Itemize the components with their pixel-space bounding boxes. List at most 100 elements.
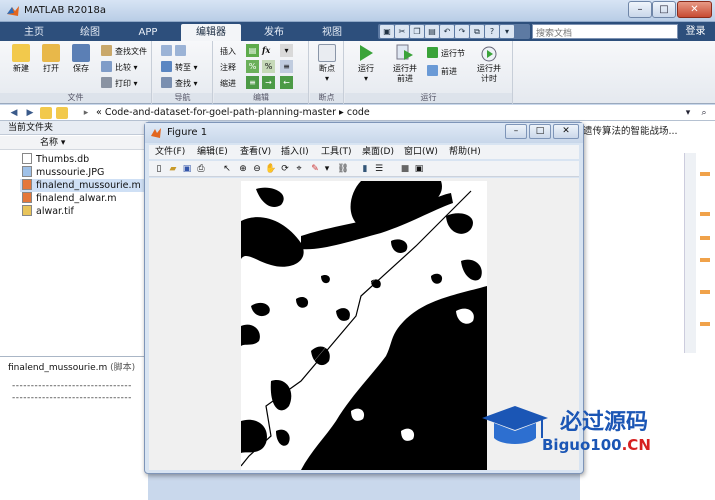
redo-icon[interactable]: ↷ xyxy=(455,25,469,38)
help-icon[interactable]: ? xyxy=(485,25,499,38)
run-and-advance-button[interactable]: 运行并 前进 xyxy=(387,44,423,84)
advance-button[interactable]: 前进 xyxy=(427,65,457,78)
comment-percent-icon[interactable]: % xyxy=(246,60,259,73)
figure-close-button[interactable]: ✕ xyxy=(553,124,579,139)
legend-icon[interactable]: ☰ xyxy=(373,163,385,175)
print-button[interactable]: 打印 ▾ xyxy=(101,77,138,90)
find-files-button[interactable]: 查找文件 xyxy=(101,45,147,58)
maximize-button[interactable]: □ xyxy=(652,1,676,18)
smart-indent-icon[interactable]: ≡ xyxy=(246,76,259,89)
menu-insert[interactable]: 插入(I) xyxy=(281,145,309,159)
menu-tools[interactable]: 工具(T) xyxy=(321,145,352,159)
browse-folder-icon[interactable] xyxy=(56,107,68,119)
ribbon-section-navigate: 转至 ▾ 查找 ▾ 导航 xyxy=(153,41,213,104)
ribbon-section-run: 运行 ▾ 运行并 前进 运行节 前进 运行并 计时 运行 xyxy=(345,41,513,104)
folder-path[interactable]: « Code-and-dataset-for-goel-path-plannin… xyxy=(96,107,370,118)
hide-plot-tools-icon[interactable]: ■ xyxy=(399,163,411,175)
up-folder-icon[interactable] xyxy=(40,107,52,119)
tab-publish[interactable]: 发布 xyxy=(248,24,300,41)
advance-icon xyxy=(427,65,438,76)
indent-increase-icon[interactable]: → xyxy=(262,76,275,89)
run-and-time-button[interactable]: 运行并 计时 xyxy=(471,44,507,84)
editor-tab-title[interactable]: 遗传算法的智能战场... xyxy=(583,123,678,137)
menu-desktop[interactable]: 桌面(D) xyxy=(362,145,394,159)
goto-button[interactable]: 转至 ▾ xyxy=(161,61,198,74)
pan-hand-icon[interactable]: ✋ xyxy=(265,163,277,175)
menu-file[interactable]: 文件(F) xyxy=(155,145,185,159)
menu-window[interactable]: 窗口(W) xyxy=(404,145,438,159)
switch-windows-icon[interactable]: ⧉ xyxy=(470,25,484,38)
search-documentation-input[interactable]: 搜索文档 xyxy=(532,24,678,39)
compare-button[interactable]: 比较 ▾ xyxy=(101,61,138,74)
printer-icon xyxy=(101,77,112,88)
menu-view[interactable]: 查看(V) xyxy=(240,145,271,159)
brush-dropdown-icon[interactable]: ▾ xyxy=(321,163,333,175)
menu-edit[interactable]: 编辑(E) xyxy=(197,145,228,159)
new-button[interactable]: 新建 xyxy=(6,44,36,74)
address-search-icon[interactable]: ⌕ xyxy=(698,107,710,119)
save-figure-icon[interactable]: ▣ xyxy=(181,163,193,175)
run-button[interactable]: 运行 ▾ xyxy=(351,44,381,84)
indent-decrease-icon[interactable]: ← xyxy=(280,76,293,89)
wrap-comments-icon[interactable]: ≡ xyxy=(280,60,293,73)
tab-editor[interactable]: 编辑器 xyxy=(181,24,241,41)
ribbon-section-file: 新建 打开 保存 查找文件 比较 ▾ 打印 ▾ 文件 xyxy=(0,41,152,104)
file-item[interactable]: Thumbs.db xyxy=(22,153,89,166)
undo-icon[interactable]: ↶ xyxy=(440,25,454,38)
file-item[interactable]: alwar.tif xyxy=(22,205,74,218)
save-button[interactable]: 保存 xyxy=(66,44,96,74)
close-button[interactable]: ✕ xyxy=(677,1,712,18)
new-figure-icon[interactable]: ▯ xyxy=(153,163,165,175)
brush-icon[interactable]: ✎ xyxy=(309,163,321,175)
copy-icon[interactable]: ❐ xyxy=(410,25,424,38)
link-plot-icon[interactable]: ⛓ xyxy=(337,163,349,175)
back-icon[interactable]: ◀ xyxy=(8,107,20,119)
insert-button[interactable]: 插入 xyxy=(220,45,236,58)
details-title: finalend_mussourie.m (脚本) xyxy=(8,363,136,373)
tab-plots[interactable]: 绘图 xyxy=(64,24,116,41)
minimize-button[interactable]: – xyxy=(628,1,652,18)
edit-plot-arrow-icon[interactable]: ↖ xyxy=(221,163,233,175)
open-file-icon[interactable]: ▰ xyxy=(167,163,179,175)
data-cursor-icon[interactable]: ⌖ xyxy=(293,163,305,175)
cut-icon[interactable]: ✂ xyxy=(395,25,409,38)
breakpoints-button[interactable]: 断点 ▾ xyxy=(312,44,342,84)
address-dropdown-icon[interactable]: ▾ xyxy=(682,107,694,119)
run-play-icon xyxy=(360,45,373,61)
login-link[interactable]: 登录 xyxy=(678,24,713,39)
dropdown-icon[interactable]: ▾ xyxy=(500,25,514,38)
rotate-3d-icon[interactable]: ⟳ xyxy=(279,163,291,175)
indent-button[interactable]: 缩进 xyxy=(220,77,236,90)
insert-function-icon[interactable]: ▾ xyxy=(280,44,293,57)
colorbar-icon[interactable]: ▮ xyxy=(359,163,371,175)
open-button[interactable]: 打开 xyxy=(36,44,66,74)
menu-help[interactable]: 帮助(H) xyxy=(449,145,481,159)
run-section-icon xyxy=(427,47,438,58)
show-plot-tools-icon[interactable]: ▣ xyxy=(413,163,425,175)
back-forward-buttons[interactable] xyxy=(161,45,189,58)
fx-icon[interactable]: fx xyxy=(262,44,270,57)
name-column-header[interactable]: 名称 ▾ xyxy=(0,136,148,150)
zoom-in-icon[interactable]: ⊕ xyxy=(237,163,249,175)
uncomment-icon[interactable]: % xyxy=(262,60,275,73)
figure-minimize-button[interactable]: – xyxy=(505,124,527,139)
file-item-selected[interactable]: finalend_mussourie.m xyxy=(20,179,144,192)
run-section-button[interactable]: 运行节 xyxy=(427,47,465,60)
print-figure-icon[interactable]: ⎙ xyxy=(195,163,207,175)
file-item[interactable]: finalend_alwar.m xyxy=(22,192,116,205)
paste-icon[interactable]: ▤ xyxy=(425,25,439,38)
editor-scrollbar[interactable] xyxy=(684,153,696,353)
comment-button[interactable]: 注释 xyxy=(220,61,236,74)
find-icon xyxy=(161,77,172,88)
zoom-out-icon[interactable]: ⊖ xyxy=(251,163,263,175)
figure-maximize-button[interactable]: □ xyxy=(529,124,551,139)
file-item[interactable]: mussourie.JPG xyxy=(22,166,104,179)
tab-apps[interactable]: APP xyxy=(122,24,174,41)
save-icon[interactable]: ▣ xyxy=(380,25,394,38)
insert-section-icon[interactable]: ▤ xyxy=(246,44,259,57)
watermark-chinese-text: 必过源码 xyxy=(560,410,649,435)
tab-view[interactable]: 视图 xyxy=(306,24,358,41)
find-button[interactable]: 查找 ▾ xyxy=(161,77,198,90)
tab-home[interactable]: 主页 xyxy=(10,24,58,41)
forward-icon[interactable]: ▶ xyxy=(24,107,36,119)
